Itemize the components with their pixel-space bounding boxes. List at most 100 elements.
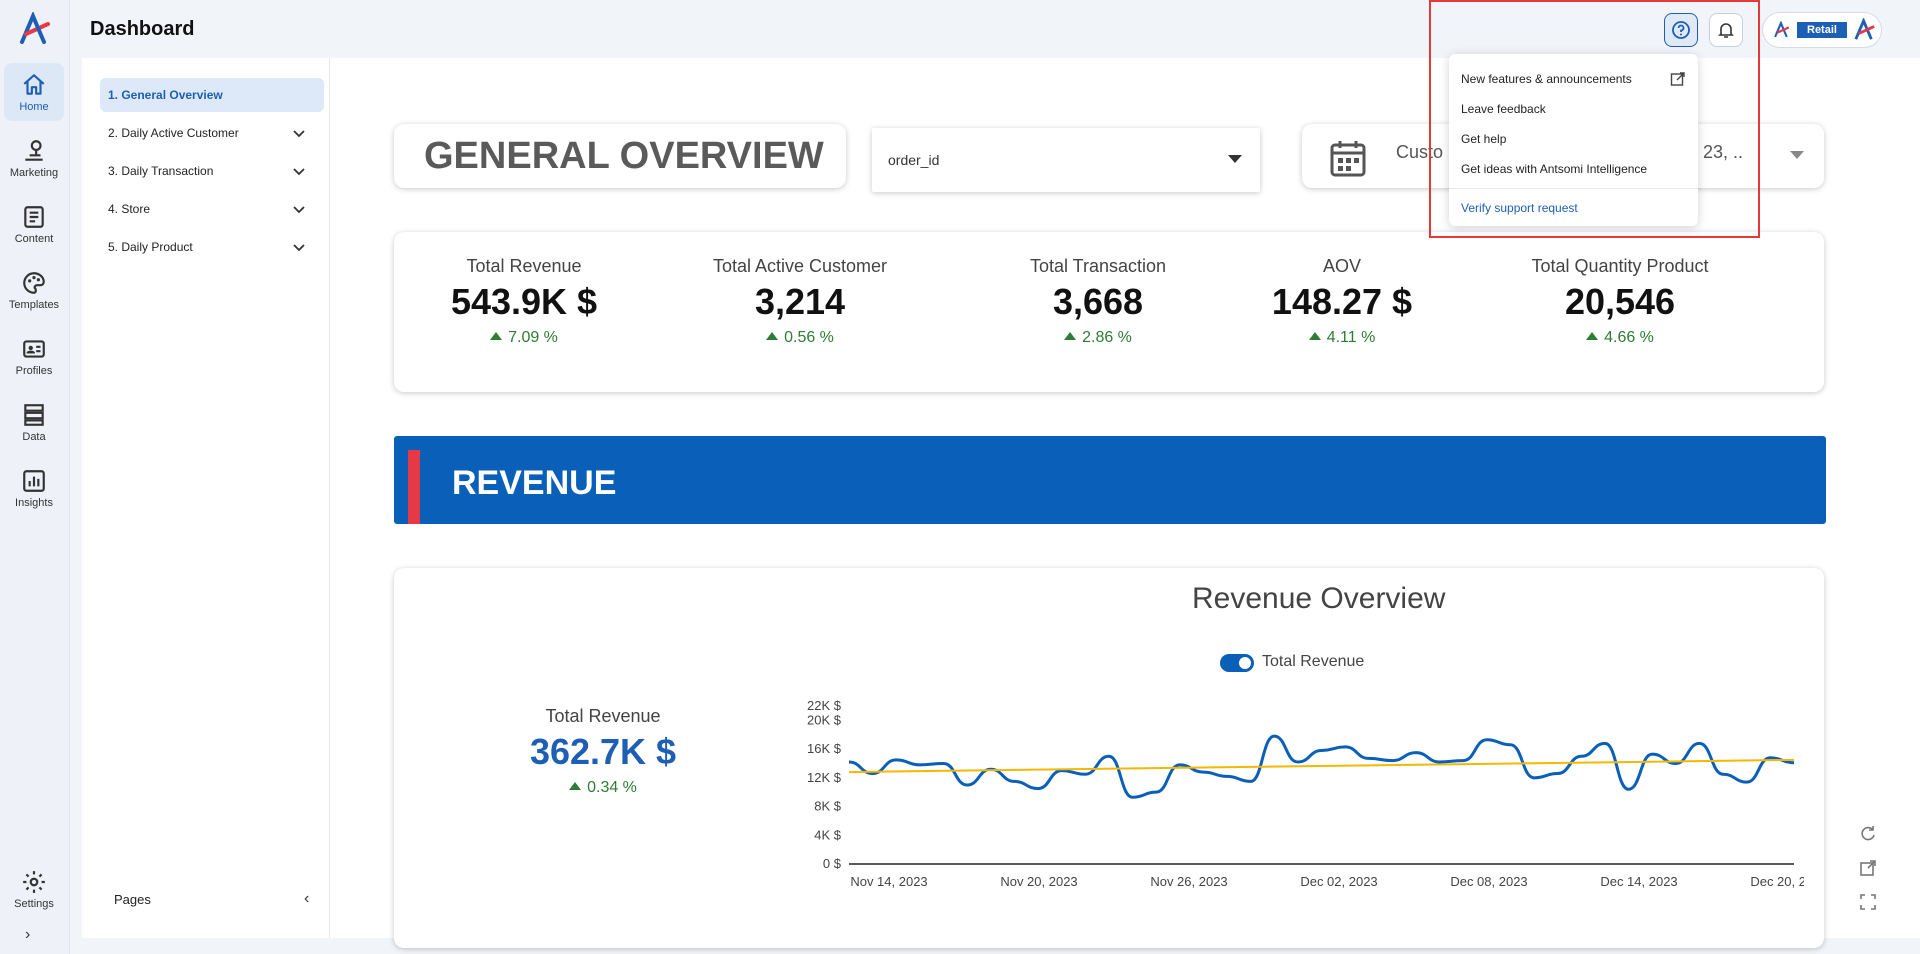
kpi-delta: 2.86 % [968,329,1228,347]
side-kpi-delta-value: 0.34 % [587,779,637,796]
palette-icon [23,271,45,294]
antsomi-logo[interactable] [18,12,52,46]
x-tick-label: Dec 08, 2023 [1450,874,1527,889]
page-item-store[interactable]: 4. Store [100,192,324,226]
chevron-down-icon[interactable] [292,164,306,178]
kpi-value: 543.9K $ [450,281,598,322]
kpi-delta-value: 2.86 % [1082,329,1132,346]
metric-select-value: order_id [888,152,940,168]
chevron-down-icon[interactable] [292,240,306,254]
kpi-label: AOV [1322,256,1361,276]
arrow-up-icon [490,332,503,340]
chart-title: Revenue Overview [1192,582,1446,615]
kpi-value: 3,668 [1052,281,1144,322]
x-tick-label: Dec 14, 2023 [1600,874,1677,889]
fullscreen-icon[interactable] [1858,892,1878,912]
page-item-daily-transaction[interactable]: 3. Daily Transaction [100,154,324,188]
page-item-general-overview[interactable]: 1. General Overview [100,78,324,112]
kpi-aov: AOV 148.27 $ 4.11 % [1212,256,1472,347]
nav-label: Content [14,232,54,245]
expand-rail-icon[interactable]: › [25,926,30,944]
nav-insights[interactable]: Insights [4,459,64,517]
y-tick-label: 16K $ [807,741,842,756]
nav-label: Templates [8,298,60,311]
revenue-section-banner: REVENUE [394,436,1826,524]
side-kpi-label: Total Revenue [545,706,661,726]
page-item-label: 4. Store [108,202,151,216]
kpi-label: Total Revenue [466,256,582,276]
kpi-total-active-customer: Total Active Customer 3,214 0.56 % [670,256,930,347]
side-kpi-total-revenue: Total Revenue 362.7K $ 0.34 % [480,706,726,797]
open-external-icon[interactable] [1858,858,1878,878]
kpi-delta: 4.11 % [1212,329,1472,347]
legend-label: Total Revenue [1262,653,1365,670]
revenue-banner-title: REVENUE [452,464,617,502]
kpi-summary-card: Total Revenue 543.9K $ 7.09 % Total Acti… [394,232,1824,392]
content-icon [24,205,44,228]
kpi-value: 148.27 $ [1271,281,1413,322]
page-item-label: 3. Daily Transaction [108,164,214,178]
metric-select[interactable]: order_id [872,128,1260,192]
nav-templates[interactable]: Templates [4,261,64,319]
calendar-icon [1330,141,1366,177]
kpi-delta-value: 4.11 % [1326,329,1376,346]
y-tick-label: 22K $ [807,698,842,713]
caret-down-icon [1228,155,1242,163]
revenue-overview-card: Revenue Overview Total Revenue Total Rev… [394,568,1824,948]
overview-title: GENERAL OVERVIEW [394,124,846,188]
x-tick-label: Nov 26, 2023 [1150,874,1227,889]
revenue-line-chart[interactable]: 0 $ 4K $ 8K $ 12K $ 16K $ 20K $22K $ Nov 14, 2… [774,698,1804,948]
kpi-total-transaction: Total Transaction 3,668 2.86 % [968,256,1228,347]
collapse-pages-icon[interactable]: ‹ [304,890,309,908]
nav-content[interactable]: Content [4,195,64,253]
nav-label: Home [19,100,49,113]
kpi-label: Total Transaction [1029,256,1167,276]
refresh-icon[interactable] [1858,824,1878,844]
marketing-icon [25,139,43,161]
page-item-label: 2. Daily Active Customer [108,126,239,140]
profile-card-icon [23,339,45,358]
nav-label: Insights [15,496,53,509]
account-badge: Retail [1797,22,1847,38]
kpi-total-quantity-product: Total Quantity Product 20,546 4.66 % [1490,256,1750,347]
series-toggle[interactable] [1220,654,1254,672]
kpi-delta: 4.66 % [1490,329,1750,347]
page-item-daily-product[interactable]: 5. Daily Product [100,230,324,264]
x-tick-label: Nov 14, 2023 [850,874,927,889]
kpi-value: 20,546 [1564,281,1676,322]
nav-home[interactable]: Home [4,63,64,121]
x-tick-label: Dec 02, 2023 [1300,874,1377,889]
arrow-up-icon [569,782,582,790]
kpi-total-revenue: Total Revenue 543.9K $ 7.09 % [394,256,654,347]
database-icon [24,403,44,426]
pages-footer-label: Pages [114,892,151,907]
nav-label: Marketing [9,166,59,179]
arrow-up-icon [766,332,779,340]
chevron-down-icon[interactable] [292,126,306,140]
account-switcher[interactable]: Retail [1762,12,1882,48]
pages-sidebar: 1. General Overview 2. Daily Active Cust… [82,58,330,938]
kpi-delta: 7.09 % [394,329,654,347]
page-item-label: 1. General Overview [108,88,223,102]
nav-settings[interactable]: Settings [4,860,64,918]
page-item-daily-active-customer[interactable]: 2. Daily Active Customer [100,116,324,150]
x-tick-label: Nov 20, 2023 [1000,874,1077,889]
kpi-delta-value: 4.66 % [1604,329,1654,346]
left-nav-rail: Home Marketing Content Templates Profile… [0,0,70,954]
y-tick-label: 8K $ [814,799,842,814]
y-tick-label: 12K $ [807,770,842,785]
kpi-label: Total Quantity Product [1531,256,1709,276]
trend-line[interactable] [848,758,1795,774]
nav-profiles[interactable]: Profiles [4,327,64,385]
home-icon [23,73,45,95]
banner-accent-bar [408,450,420,524]
nav-marketing[interactable]: Marketing [4,129,64,187]
chevron-down-icon[interactable] [292,202,306,216]
nav-label: Profiles [15,364,53,377]
y-tick-label: 20K $ [807,712,842,727]
kpi-value: 3,214 [754,281,846,322]
nav-data[interactable]: Data [4,393,64,451]
gear-icon [23,870,45,893]
x-tick-label: Dec 20, 2023 [1750,874,1804,889]
antsomi-mini-logo [1774,21,1790,38]
